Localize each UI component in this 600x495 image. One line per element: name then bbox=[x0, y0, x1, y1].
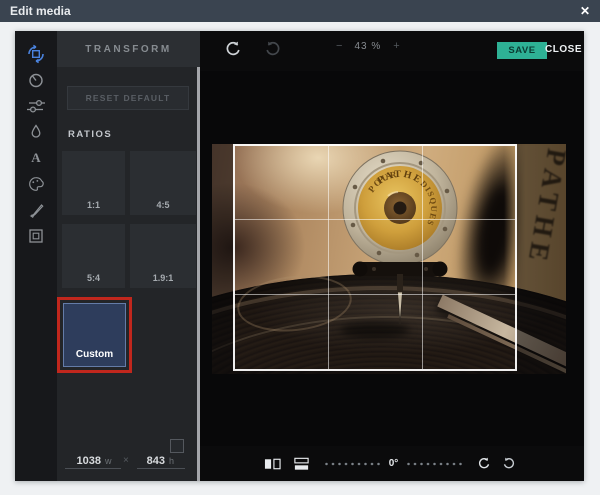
window-close-icon[interactable]: ✕ bbox=[580, 4, 590, 18]
grid-line-horizontal bbox=[235, 294, 515, 295]
droplet-icon bbox=[27, 123, 45, 141]
tool-saturation[interactable] bbox=[15, 119, 57, 145]
close-button[interactable]: CLOSE bbox=[545, 44, 582, 55]
ratio-tile-label: 1.9:1 bbox=[130, 273, 196, 283]
height-field: h bbox=[137, 453, 185, 469]
times-separator: × bbox=[123, 455, 129, 466]
reset-default-button[interactable]: RESET DEFAULT bbox=[67, 86, 189, 110]
grid-line-vertical bbox=[328, 146, 329, 369]
transform-icon bbox=[26, 44, 46, 64]
rotation-toolbar: 0° bbox=[200, 446, 584, 481]
zoom-control: − 43 % + bbox=[336, 40, 400, 52]
rotate-ccw-button[interactable] bbox=[477, 457, 491, 470]
ratio-tile-1-1[interactable]: 1:1 bbox=[62, 151, 125, 215]
rotation-slider-left[interactable] bbox=[324, 461, 381, 467]
ratio-grid: 1:1 4:5 5:4 1.9:1 bbox=[62, 151, 196, 288]
tool-draw[interactable] bbox=[15, 197, 57, 223]
ratio-tile-label: 1:1 bbox=[62, 200, 125, 210]
custom-ratio-highlight-box: Custom bbox=[57, 297, 132, 373]
flip-horizontal-icon bbox=[264, 457, 281, 471]
ratios-section-label: RATIOS bbox=[68, 129, 112, 140]
lock-aspect-checkbox[interactable] bbox=[170, 439, 184, 453]
transform-panel: TRANSFORM RESET DEFAULT RATIOS 1:1 4:5 5… bbox=[57, 31, 200, 481]
flip-horizontal-button[interactable] bbox=[264, 457, 281, 471]
zoom-level: 43 % bbox=[354, 41, 381, 52]
tool-text[interactable]: A bbox=[15, 145, 57, 171]
ratio-tile-label: 5:4 bbox=[62, 273, 125, 283]
ratio-tile-4-5[interactable]: 4:5 bbox=[130, 151, 196, 215]
tool-filters[interactable] bbox=[15, 93, 57, 119]
tool-frame[interactable] bbox=[15, 223, 57, 249]
redo-icon bbox=[264, 41, 282, 57]
edit-media-dialog: A TRANSFORM RESET DEFAULT RATIOS bbox=[15, 31, 584, 481]
edit-canvas: PATHE bbox=[200, 71, 584, 446]
tool-transform[interactable] bbox=[15, 41, 57, 67]
zoom-out-button[interactable]: − bbox=[336, 40, 342, 52]
flip-vertical-button[interactable] bbox=[293, 457, 310, 471]
ratio-tile-label: 4:5 bbox=[130, 200, 196, 210]
zoom-in-button[interactable]: + bbox=[393, 40, 399, 52]
rotation-slider-right[interactable] bbox=[406, 461, 463, 467]
crop-rectangle[interactable] bbox=[233, 144, 517, 371]
tool-adjust[interactable] bbox=[15, 67, 57, 93]
width-field: w bbox=[65, 453, 121, 469]
ratio-tile-1-9-1[interactable]: 1.9:1 bbox=[130, 224, 196, 288]
knob-icon bbox=[27, 71, 45, 89]
filters-icon bbox=[27, 97, 45, 115]
save-button[interactable]: SAVE bbox=[497, 42, 547, 59]
preview-area: − 43 % + SAVE CLOSE PATHE bbox=[200, 31, 584, 481]
flip-vertical-icon bbox=[293, 457, 310, 471]
palette-icon bbox=[27, 175, 45, 193]
custom-tile-label: Custom bbox=[64, 349, 125, 360]
panel-title: TRANSFORM bbox=[57, 31, 200, 67]
frame-icon bbox=[27, 227, 45, 245]
grid-line-horizontal bbox=[235, 219, 515, 220]
width-input[interactable] bbox=[65, 455, 101, 467]
undo-button[interactable] bbox=[224, 41, 242, 62]
grid-line-vertical bbox=[422, 146, 423, 369]
rotation-value: 0° bbox=[386, 458, 401, 469]
ratio-tile-custom[interactable]: Custom bbox=[63, 303, 126, 367]
redo-button[interactable] bbox=[264, 41, 282, 62]
brush-icon bbox=[27, 201, 45, 219]
tool-sidebar: A bbox=[15, 31, 57, 481]
rotate-ccw-icon bbox=[477, 457, 491, 470]
text-icon: A bbox=[31, 150, 40, 166]
height-input[interactable] bbox=[137, 455, 165, 467]
tool-palette[interactable] bbox=[15, 171, 57, 197]
height-unit: h bbox=[169, 456, 174, 466]
ratio-tile-5-4[interactable]: 5:4 bbox=[62, 224, 125, 288]
window-titlebar: Edit media ✕ bbox=[0, 0, 600, 22]
window-title: Edit media bbox=[10, 4, 71, 18]
rotate-cw-icon bbox=[502, 457, 516, 470]
width-unit: w bbox=[105, 456, 112, 466]
rotate-cw-button[interactable] bbox=[502, 457, 516, 470]
undo-icon bbox=[224, 41, 242, 57]
